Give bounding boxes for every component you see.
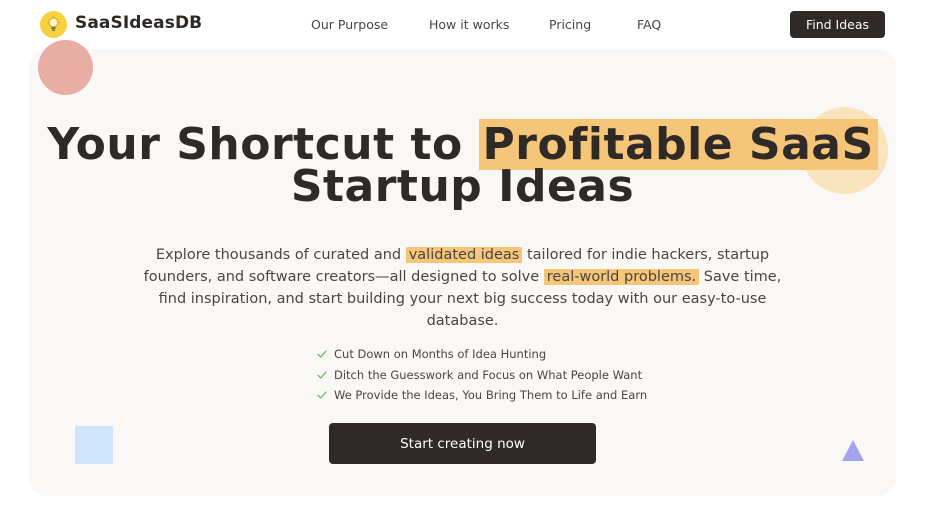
hero-description: Explore thousands of curated and validat… — [140, 244, 785, 332]
nav-our-purpose[interactable]: Our Purpose — [311, 17, 388, 32]
decorative-triangle-purple — [842, 440, 864, 461]
start-creating-button[interactable]: Start creating now — [329, 423, 596, 464]
feature-text: We Provide the Ideas, You Bring Them to … — [334, 388, 648, 403]
feature-text: Ditch the Guesswork and Focus on What Pe… — [334, 367, 643, 382]
hero-headline: Your Shortcut to Profitable SaaS Startup… — [0, 119, 925, 212]
feature-list: Cut Down on Months of Idea Hunting Ditch… — [316, 344, 648, 406]
site-header: SaaSIdeasDB Our Purpose How it works Pri… — [0, 0, 925, 48]
decorative-square-blue — [75, 426, 113, 464]
decorative-circle-red — [38, 40, 93, 95]
feature-item: We Provide the Ideas, You Bring Them to … — [316, 385, 648, 406]
description-text: Explore thousands of curated and — [155, 247, 406, 263]
find-ideas-button[interactable]: Find Ideas — [790, 11, 885, 38]
feature-item: Ditch the Guesswork and Focus on What Pe… — [316, 365, 646, 386]
lightbulb-icon[interactable] — [40, 11, 67, 38]
brand-name[interactable]: SaaSIdeasDB — [75, 13, 202, 33]
nav-how-it-works[interactable]: How it works — [429, 17, 509, 32]
nav-faq[interactable]: FAQ — [637, 17, 661, 32]
highlight-validated-ideas: validated ideas — [405, 247, 523, 263]
feature-item: Cut Down on Months of Idea Hunting — [316, 344, 646, 365]
check-icon — [317, 391, 327, 399]
headline-line2: Startup Ideas — [290, 161, 635, 212]
check-icon — [317, 350, 327, 358]
nav-pricing[interactable]: Pricing — [549, 17, 591, 32]
feature-text: Cut Down on Months of Idea Hunting — [334, 347, 547, 362]
check-icon — [317, 371, 327, 379]
highlight-real-world-problems: real-world problems. — [543, 269, 700, 285]
